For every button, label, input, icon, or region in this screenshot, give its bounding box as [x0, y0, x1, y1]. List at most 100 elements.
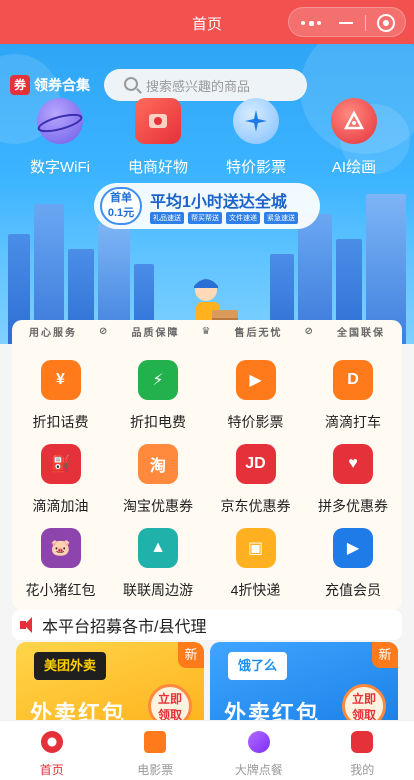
meituan-logo: 美团外卖 — [34, 652, 107, 680]
top-nav-movie-tickets[interactable]: 特价影票 — [206, 98, 306, 177]
service-item[interactable]: ♥ 拼多优惠券 — [305, 444, 402, 516]
notice-text: 本平台招募各市/县代理 — [42, 619, 207, 636]
crown-icon: ♛ — [201, 325, 213, 337]
title-bar: 首页 — [0, 0, 414, 44]
service-item[interactable]: 🐷 花小猪红包 — [12, 528, 109, 600]
tab-home[interactable]: 首页 — [0, 721, 104, 780]
new-badge-icon — [247, 731, 270, 753]
parcel-icon: ▣ — [235, 528, 276, 568]
service-item[interactable]: ⚡ 折扣电费 — [110, 360, 207, 432]
coupon-badge-icon: 券 — [10, 75, 30, 95]
service-item[interactable]: ▲ 联联周边游 — [110, 528, 207, 600]
delivery-chip: 礼品速送 — [150, 212, 184, 224]
tab-brand-dining[interactable]: 大牌点餐 — [207, 721, 311, 780]
taobao-icon: 淘 — [138, 444, 178, 484]
top-nav-label: AI绘画 — [331, 159, 377, 176]
service-item[interactable]: ¥ 折扣话费 — [12, 360, 109, 432]
shopping-tag-icon — [135, 98, 181, 144]
profile-icon — [351, 731, 374, 753]
guarantee-item: 品质保障 — [131, 327, 180, 339]
check-icon: ⊘ — [304, 325, 315, 337]
top-nav-label: 数字WiFi — [30, 159, 90, 176]
tab-label: 大牌点餐 — [234, 763, 283, 777]
service-item[interactable]: JD 京东优惠券 — [207, 444, 304, 516]
service-label: 淘宝优惠券 — [123, 498, 193, 514]
service-label: 拼多优惠券 — [318, 498, 388, 514]
more-icon[interactable] — [301, 20, 321, 26]
minimize-icon[interactable] — [339, 22, 353, 24]
sparkle-icon — [233, 98, 279, 144]
tab-label: 电影票 — [137, 763, 174, 777]
service-label: 滴滴加油 — [32, 498, 89, 514]
search-icon — [124, 77, 138, 91]
top-nav-ecommerce[interactable]: 电商好物 — [108, 98, 208, 177]
top-nav-label: 电商好物 — [127, 159, 188, 176]
top-nav-label: 特价影票 — [225, 159, 286, 176]
delivery-chip: 文件速递 — [226, 212, 260, 224]
battery-icon: ⚡ — [138, 360, 178, 400]
phone-bill-icon: ¥ — [40, 360, 81, 400]
claim-button-line1: 立即 — [351, 692, 376, 706]
service-item[interactable]: D 滴滴打车 — [305, 360, 402, 432]
first-order-line1: 首单 — [110, 192, 132, 204]
palette-icon — [331, 98, 377, 144]
service-label: 折扣电费 — [130, 414, 186, 430]
top-nav-wifi[interactable]: 数字WiFi — [10, 98, 110, 177]
speaker-icon — [20, 617, 36, 633]
top-nav-ai-paint[interactable]: AI绘画 — [304, 98, 404, 177]
tab-movie-tickets[interactable]: 电影票 — [104, 721, 208, 780]
mountain-icon: ▲ — [138, 528, 178, 568]
jd-icon: JD — [235, 444, 276, 484]
tab-label: 首页 — [39, 763, 64, 777]
claim-button-line1: 立即 — [157, 692, 182, 706]
delivery-chip: 紧急速送 — [264, 212, 298, 224]
didi-icon: D — [333, 360, 373, 400]
first-order-badge: 首单 0.1元 — [100, 187, 142, 225]
service-label: 滴滴打车 — [325, 414, 381, 430]
coupon-collection-link[interactable]: 券 领券合集 — [10, 75, 90, 95]
eleme-logo: 饿了么 — [228, 652, 288, 680]
check-icon: ⊘ — [99, 325, 110, 337]
guarantee-item: 售后无忧 — [234, 327, 283, 339]
delivery-chip: 帮买帮送 — [188, 212, 222, 224]
delivery-promo-card[interactable]: 首单 0.1元 平均1小时送达全城 礼品速送 帮买帮送 文件速递 紧急速送 — [94, 183, 320, 229]
movie-ticket-icon: ▶ — [235, 360, 276, 400]
service-guarantee-bar: 用心服务 ⊘ 品质保障 ♛ 售后无忧 ⊘ 全国联保 — [12, 320, 402, 342]
service-label: 4折快递 — [230, 582, 281, 598]
play-icon: ▶ — [333, 528, 373, 568]
service-item[interactable]: ▶ 特价影票 — [207, 360, 304, 432]
service-item[interactable]: 淘淘宝优惠券 — [110, 444, 207, 516]
planet-icon — [37, 98, 83, 144]
film-icon — [144, 731, 167, 753]
first-order-line2: 0.1元 — [107, 207, 135, 219]
meituan-promo-card[interactable]: 美团外卖 新 外卖红包 立即 领取 — [16, 642, 204, 732]
service-label: 京东优惠券 — [220, 498, 291, 514]
eleme-promo-card[interactable]: 饿了么 新 外卖红包 立即 领取 — [210, 642, 398, 732]
delivery-headline: 平均1小时送达全城 — [150, 194, 287, 211]
pdd-icon: ♥ — [333, 444, 373, 484]
service-label: 花小猪红包 — [25, 582, 96, 598]
search-placeholder: 搜索感兴趣的商品 — [146, 78, 251, 94]
mini-program-capsule — [288, 7, 406, 37]
new-badge: 新 — [178, 642, 204, 668]
service-item[interactable]: ⛽ 滴滴加油 — [12, 444, 109, 516]
guarantee-item: 用心服务 — [29, 327, 78, 339]
tab-profile[interactable]: 我的 — [311, 721, 414, 780]
new-badge: 新 — [372, 642, 398, 668]
service-label: 特价影票 — [227, 414, 284, 430]
service-item[interactable]: ▣ 4折快递 — [207, 528, 304, 600]
guarantee-item: 全国联保 — [336, 327, 385, 339]
coupon-collection-label: 领券合集 — [34, 77, 90, 93]
fuel-pump-icon: ⛽ — [40, 444, 81, 484]
close-icon[interactable] — [377, 14, 395, 32]
service-label: 折扣话费 — [32, 414, 89, 430]
tab-label: 我的 — [350, 763, 375, 777]
home-icon — [40, 731, 63, 753]
pig-icon: 🐷 — [40, 528, 81, 568]
search-bar[interactable]: 搜索感兴趣的商品 — [104, 69, 307, 101]
services-panel: 用心服务 ⊘ 品质保障 ♛ 售后无忧 ⊘ 全国联保 ¥ 折扣话费 ⚡ 折扣电费 ▶ 特价影… — [12, 320, 402, 610]
service-label: 联联周边游 — [123, 582, 193, 598]
delivery-chips: 礼品速送 帮买帮送 文件速递 紧急速送 — [150, 212, 298, 224]
notice-bar[interactable]: 本平台招募各市/县代理 — [12, 610, 402, 640]
service-item[interactable]: ▶ 充值会员 — [305, 528, 402, 600]
